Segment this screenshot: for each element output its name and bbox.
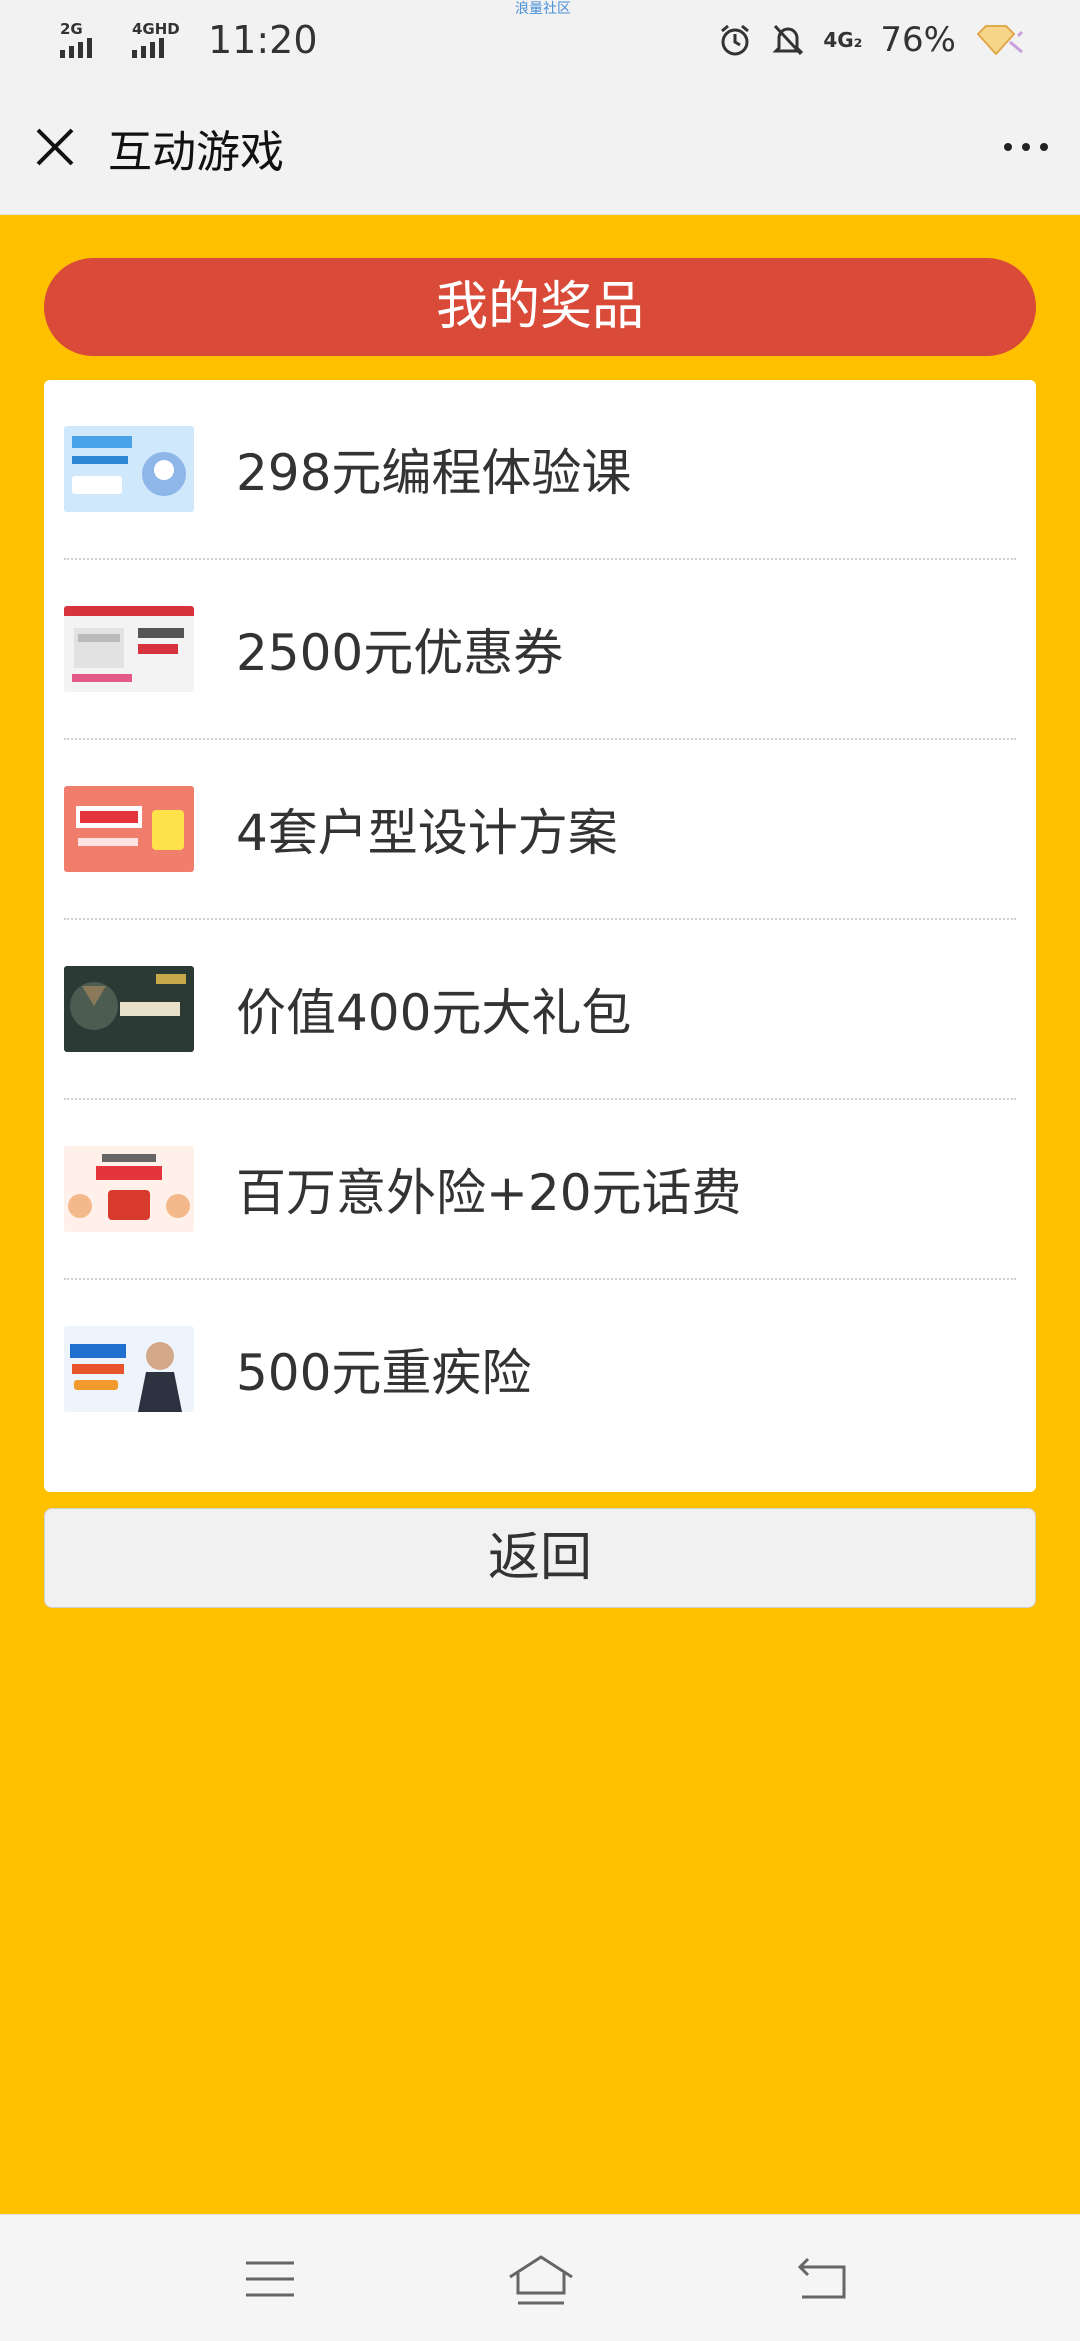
signal-bars-icon xyxy=(132,38,168,58)
prize-name: 4套户型设计方案 xyxy=(236,804,618,862)
more-icon[interactable] xyxy=(996,122,1056,172)
status-left: 2G 4GHD 11:20 xyxy=(58,18,318,62)
status-top-text: 浪量社区 xyxy=(515,1,571,17)
programming-course-thumbnail xyxy=(64,426,194,512)
insurance-phone-credit-thumbnail xyxy=(64,1146,194,1232)
battery-percent: 76% xyxy=(880,20,956,60)
prize-name: 298元编程体验课 xyxy=(236,444,632,502)
system-nav-bar xyxy=(0,2214,1080,2341)
prize-item[interactable]: 4套户型设计方案 xyxy=(64,740,1016,920)
network-4g-label: 4G₂ xyxy=(823,28,863,52)
page-title: 互动游戏 xyxy=(108,127,284,178)
back-button[interactable]: 返回 xyxy=(44,1508,1036,1608)
title-bar: 互动游戏 xyxy=(0,82,1080,215)
prize-name: 500元重疾险 xyxy=(236,1344,532,1402)
decoration-design-thumbnail xyxy=(64,786,194,872)
prize-item[interactable]: 500元重疾险 xyxy=(64,1280,1016,1458)
signal-4g: 4GHD xyxy=(130,20,192,60)
critical-illness-insurance-thumbnail xyxy=(64,1326,194,1412)
prize-name: 价值400元大礼包 xyxy=(236,984,632,1042)
prize-item[interactable]: 2500元优惠券 xyxy=(64,560,1016,740)
status-time: 11:20 xyxy=(208,18,318,62)
signal-bars-icon xyxy=(60,38,96,58)
back-icon[interactable] xyxy=(792,2251,852,2307)
prize-item[interactable]: 价值400元大礼包 xyxy=(64,920,1016,1100)
status-right: 4G₂ 76% xyxy=(699,20,1028,60)
menu-icon[interactable] xyxy=(240,2251,300,2307)
close-icon[interactable] xyxy=(30,122,80,172)
game-gift-thumbnail xyxy=(64,966,194,1052)
signal-2g-label: 2G xyxy=(60,20,83,38)
prize-item[interactable]: 百万意外险+20元话费 xyxy=(64,1100,1016,1280)
prize-list: 298元编程体验课 2500元优惠券 4套户型设计方案 价值400元大礼包 百万… xyxy=(44,380,1036,1492)
prize-name: 百万意外险+20元话费 xyxy=(236,1164,742,1222)
status-bar: 浪量社区 2G 4GHD 11:20 4G₂ 76% xyxy=(0,0,1080,82)
coupon-thumbnail xyxy=(64,606,194,692)
signal-2g: 2G xyxy=(58,20,120,60)
my-prizes-header: 我的奖品 xyxy=(44,258,1036,356)
prize-name: 2500元优惠券 xyxy=(236,624,564,682)
home-icon[interactable] xyxy=(506,2251,576,2307)
diamond-icon xyxy=(974,22,1028,58)
prize-item[interactable]: 298元编程体验课 xyxy=(64,380,1016,560)
bell-muted-icon xyxy=(771,22,805,58)
alarm-icon xyxy=(717,22,753,58)
signal-4g-label: 4GHD xyxy=(132,20,180,38)
